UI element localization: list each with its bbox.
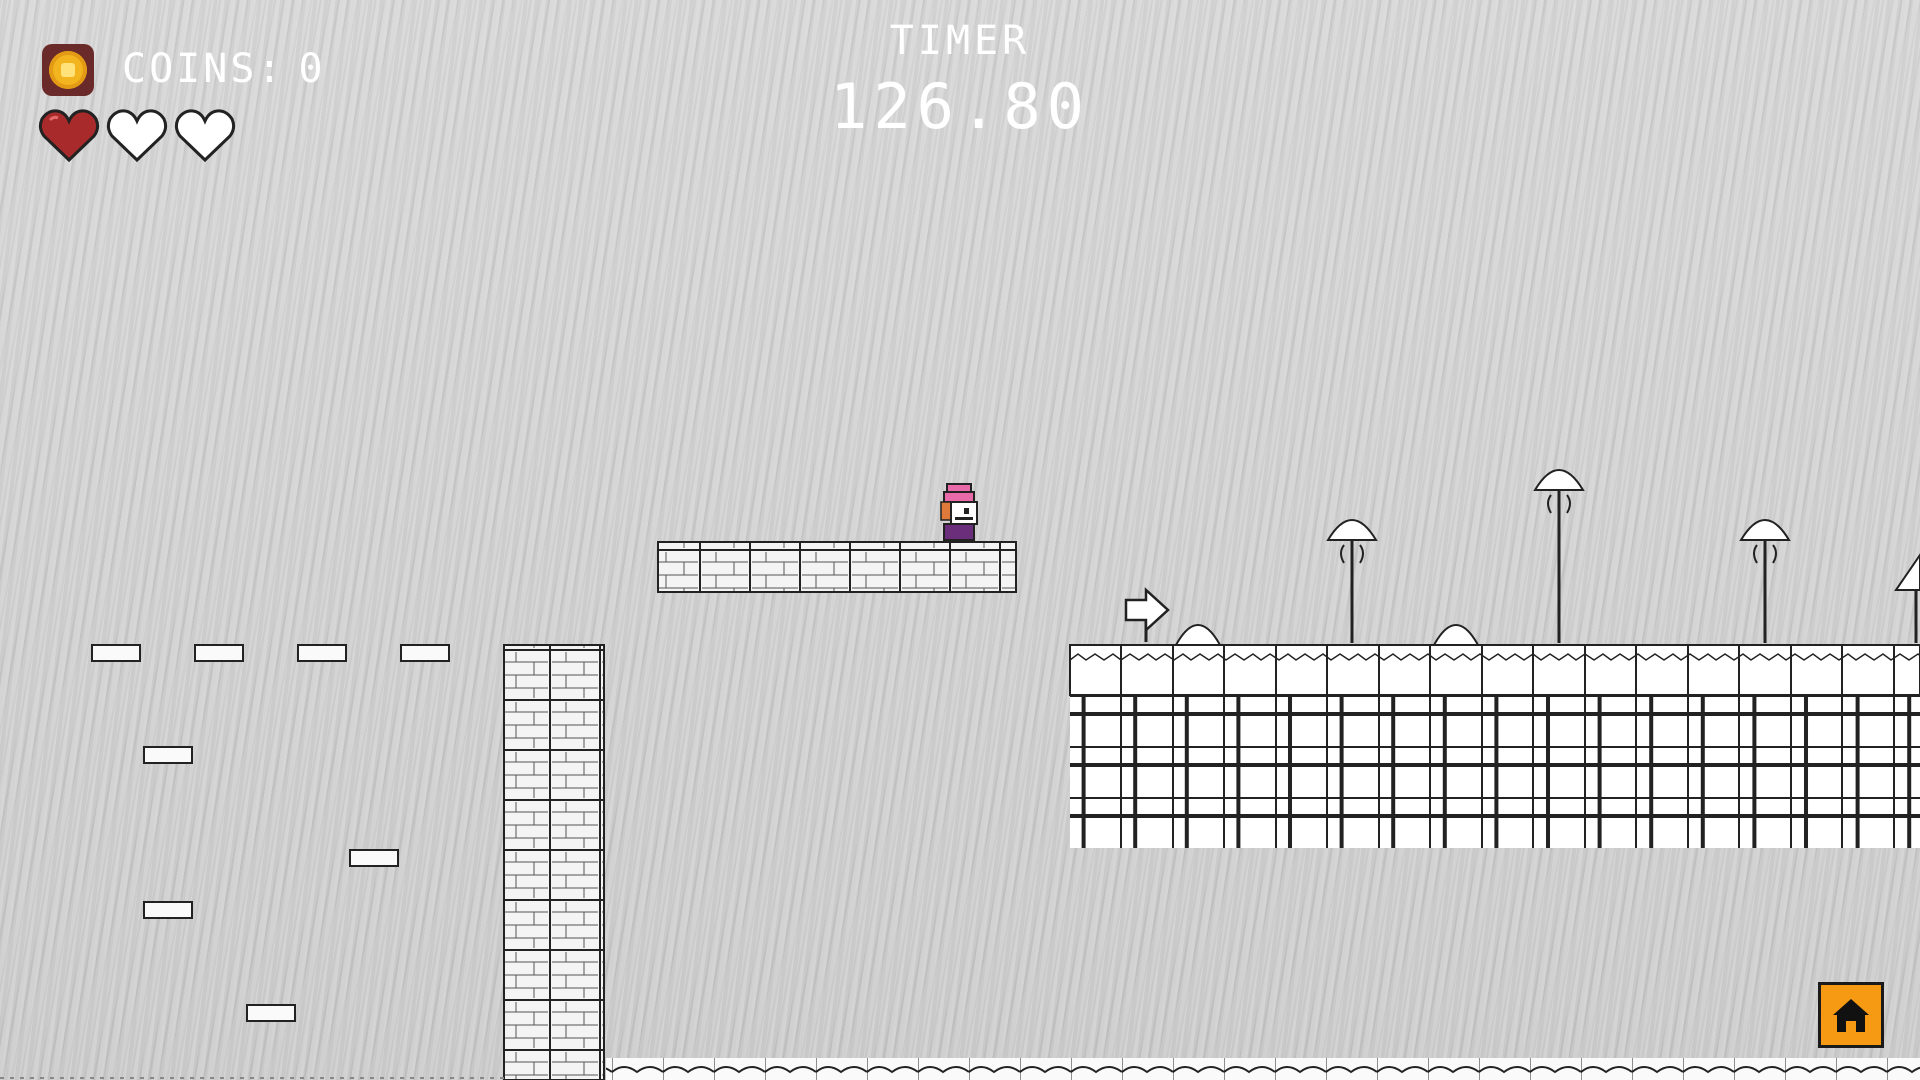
home-icon [1833,999,1869,1032]
mushroom-lamp [1894,553,1920,643]
brick-pillar [503,644,605,1080]
floating-platforms [91,644,450,1022]
mushroom-lamp [1326,519,1378,643]
ground-waves [606,1058,1920,1080]
mushroom-lamp [1533,469,1585,643]
snow-bump [1432,624,1480,646]
timer-label: TIMER [889,18,1031,64]
brick-platform [657,541,1017,593]
home-button[interactable] [1818,982,1884,1048]
timer-value: 126.80 [830,70,1090,143]
snow-terrain [1069,644,1920,848]
arrow-right-sign [1124,587,1170,642]
player-character [940,483,978,541]
snow-bump [1174,624,1222,646]
mushroom-lamp [1739,519,1791,643]
game-world [0,469,1920,1080]
